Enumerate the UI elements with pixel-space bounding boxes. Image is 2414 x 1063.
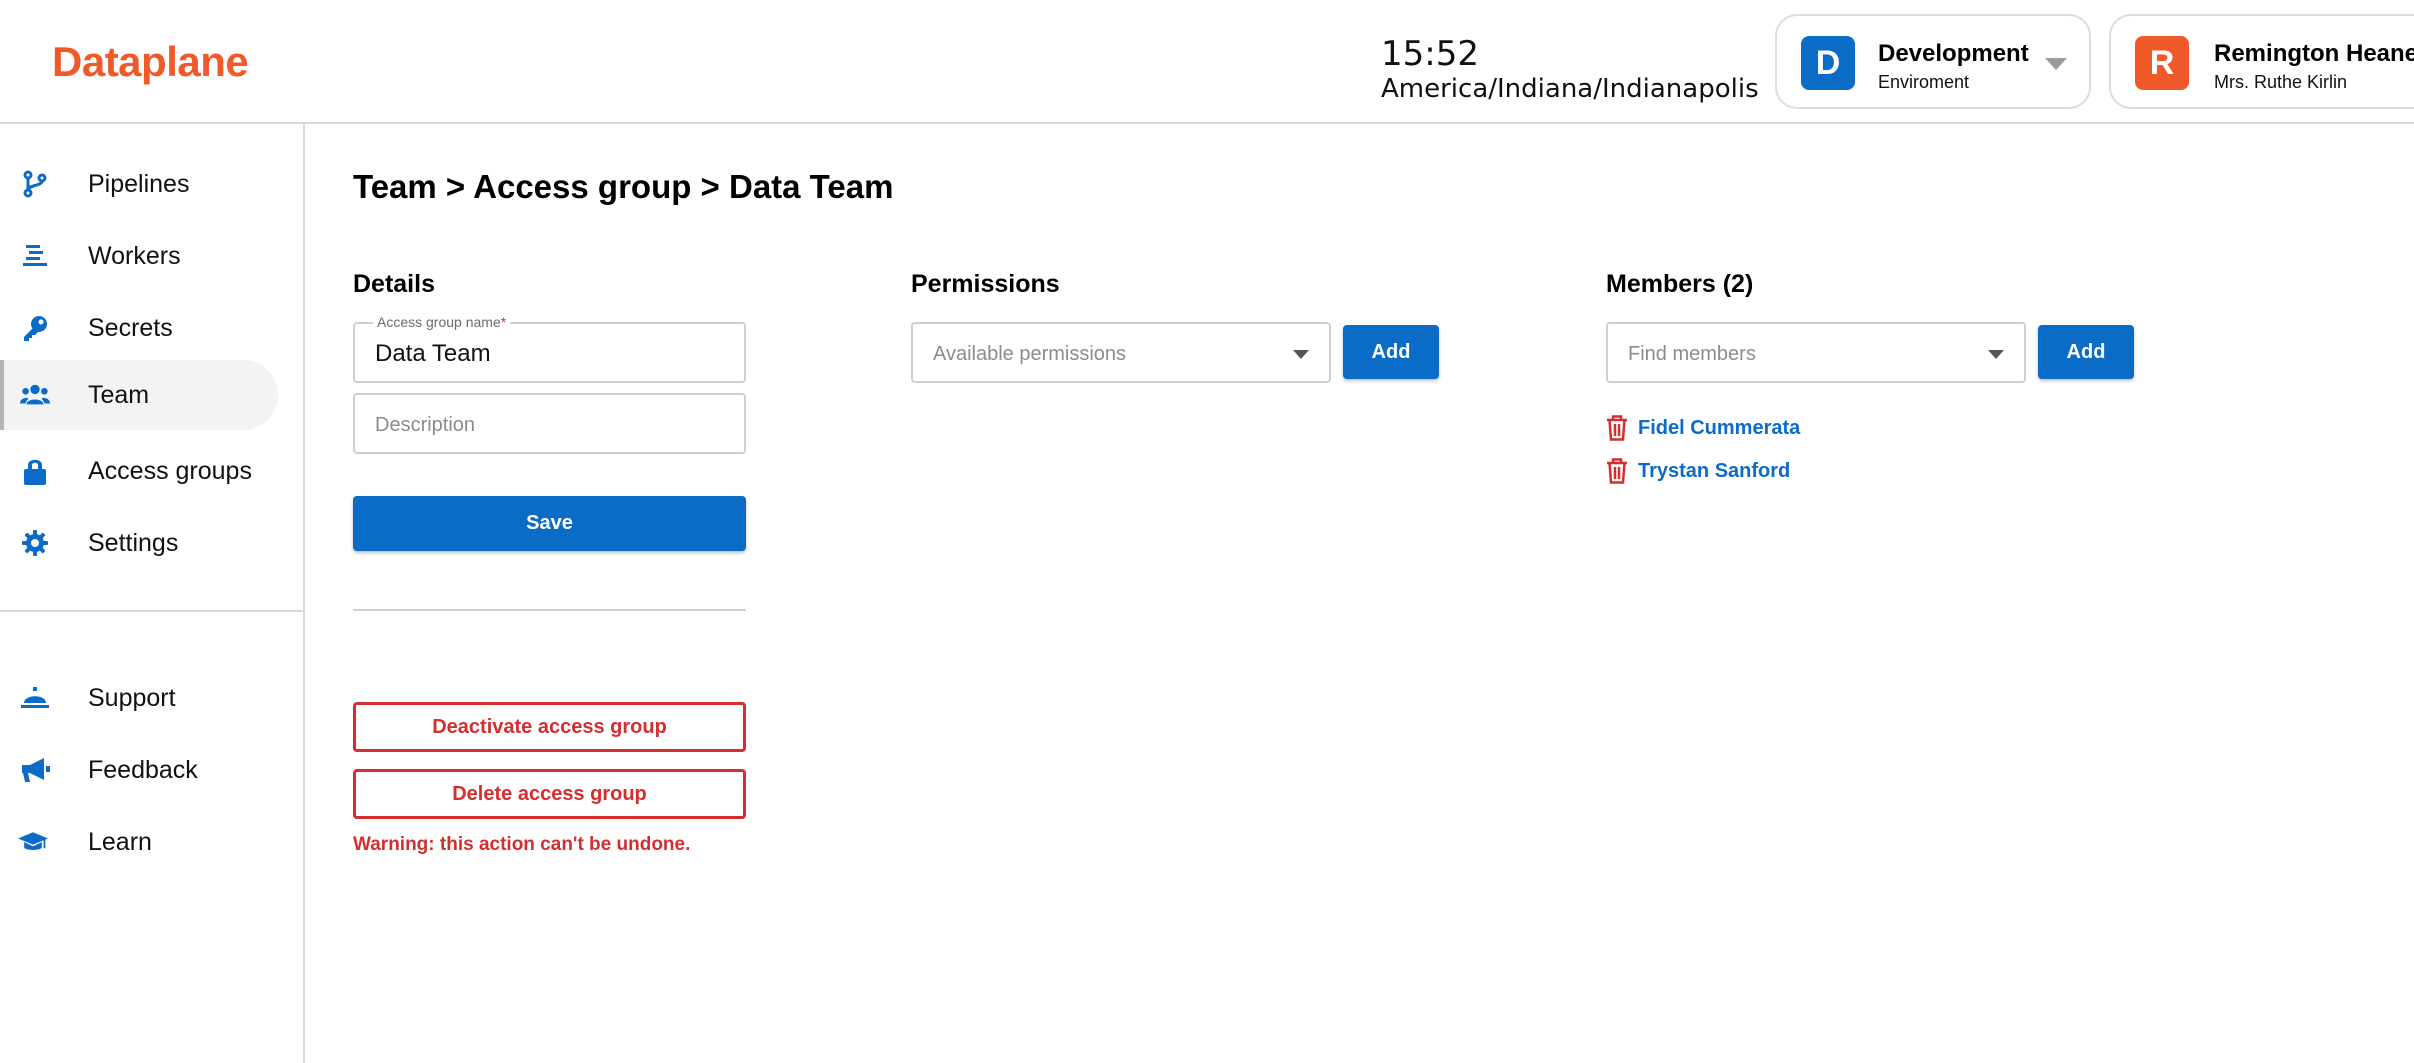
- graduation-cap-icon: [18, 827, 48, 857]
- description-field[interactable]: Description: [353, 393, 746, 454]
- members-title: Members (2): [1606, 270, 1754, 298]
- access-group-name-field[interactable]: Access group name* Data Team: [353, 314, 746, 383]
- sidebar-item-label: Workers: [88, 241, 181, 270]
- sidebar-item-learn[interactable]: Learn: [0, 807, 278, 877]
- caret-down-icon[interactable]: [2045, 58, 2067, 70]
- required-mark: *: [500, 314, 507, 330]
- megaphone-icon: [20, 755, 50, 785]
- sidebar-item-label: Pipelines: [88, 169, 190, 198]
- lock-icon: [20, 456, 50, 486]
- environment-selector[interactable]: D Development Enviroment: [1775, 14, 2091, 109]
- member-name[interactable]: Fidel Cummerata: [1638, 417, 1800, 440]
- member-name[interactable]: Trystan Sanford: [1638, 460, 1790, 483]
- add-permission-button[interactable]: Add: [1343, 325, 1439, 379]
- access-group-name-label: Access group name*: [373, 314, 511, 330]
- trash-icon[interactable]: [1606, 415, 1628, 441]
- sidebar-item-label: Settings: [88, 528, 179, 557]
- team-icon: [20, 380, 50, 410]
- environment-avatar: D: [1801, 36, 1855, 90]
- sidebar-item-label: Access groups: [88, 456, 252, 485]
- member-item: Fidel Cummerata: [1606, 412, 1800, 444]
- sidebar-item-label: Support: [88, 683, 176, 712]
- sidebar-item-label: Feedback: [88, 755, 198, 784]
- sidebar-divider: [0, 610, 303, 612]
- sidebar-item-team[interactable]: Team: [0, 360, 278, 430]
- user-subtitle: Mrs. Ruthe Kirlin: [2214, 72, 2348, 92]
- user-menu[interactable]: R Remington Heaney Mrs. Ruthe Kirlin: [2109, 14, 2414, 109]
- permissions-title: Permissions: [911, 270, 1060, 298]
- sidebar-item-label: Team: [88, 380, 150, 409]
- add-member-button[interactable]: Add: [2038, 325, 2134, 379]
- sidebar-item-settings[interactable]: Settings: [0, 508, 278, 578]
- save-button[interactable]: Save: [353, 496, 746, 551]
- workers-icon: [20, 241, 50, 271]
- find-members-select[interactable]: Find members: [1606, 322, 2026, 383]
- environment-name: Development: [1878, 40, 2029, 67]
- sidebar-item-feedback[interactable]: Feedback: [0, 735, 278, 805]
- bell-icon: [20, 683, 50, 713]
- sidebar-item-workers[interactable]: Workers: [0, 221, 278, 291]
- clock-time: 15:52: [1381, 34, 1479, 74]
- sidebar-item-access-groups[interactable]: Access groups: [0, 436, 278, 506]
- permissions-select[interactable]: Available permissions: [911, 322, 1331, 383]
- sidebar-item-secrets[interactable]: Secrets: [0, 293, 278, 363]
- delete-access-group-button[interactable]: Delete access group: [353, 769, 746, 819]
- find-members-placeholder: Find members: [1628, 343, 1756, 365]
- deactivate-access-group-button[interactable]: Deactivate access group: [353, 702, 746, 752]
- brand-logo[interactable]: Dataplane: [52, 38, 249, 86]
- key-icon: [20, 313, 50, 343]
- environment-label: Enviroment: [1878, 72, 1970, 92]
- details-title: Details: [353, 270, 435, 298]
- sidebar: Pipelines Workers Secrets Team Access gr…: [0, 124, 305, 1063]
- sidebar-item-support[interactable]: Support: [0, 663, 278, 733]
- caret-down-icon: [1293, 350, 1309, 359]
- top-header: Dataplane 15:52 America/Indiana/Indianap…: [0, 0, 2414, 124]
- caret-down-icon: [1988, 350, 2004, 359]
- pipelines-icon: [20, 169, 50, 199]
- description-placeholder: Description: [375, 414, 476, 436]
- breadcrumb: Team > Access group > Data Team: [353, 168, 894, 205]
- sidebar-item-label: Learn: [88, 827, 152, 856]
- user-name: Remington Heaney: [2214, 40, 2414, 67]
- trash-icon[interactable]: [1606, 458, 1628, 484]
- clock: 15:52 America/Indiana/Indianapolis: [1381, 34, 1759, 104]
- sidebar-item-pipelines[interactable]: Pipelines: [0, 149, 278, 219]
- sidebar-item-label: Secrets: [88, 313, 173, 342]
- divider: [353, 609, 746, 611]
- clock-timezone: America/Indiana/Indianapolis: [1381, 74, 1759, 104]
- user-avatar: R: [2135, 36, 2189, 90]
- member-item: Trystan Sanford: [1606, 455, 1790, 487]
- gear-icon: [20, 528, 50, 558]
- access-group-name-value: Data Team: [375, 340, 491, 367]
- delete-warning: Warning: this action can't be undone.: [353, 834, 691, 855]
- permissions-placeholder: Available permissions: [933, 343, 1127, 365]
